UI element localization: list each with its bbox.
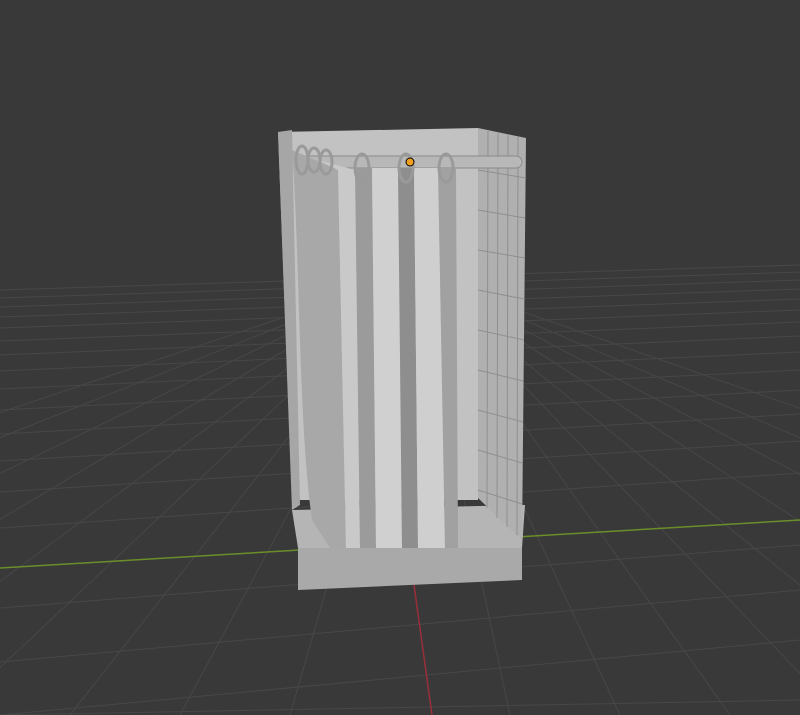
3d-viewport[interactable] (0, 0, 800, 715)
shower-curtain (292, 150, 458, 548)
viewport-scene[interactable] (0, 0, 800, 715)
shower-object[interactable] (278, 128, 527, 590)
object-origin-icon[interactable] (405, 157, 415, 167)
right-wall (478, 128, 526, 540)
